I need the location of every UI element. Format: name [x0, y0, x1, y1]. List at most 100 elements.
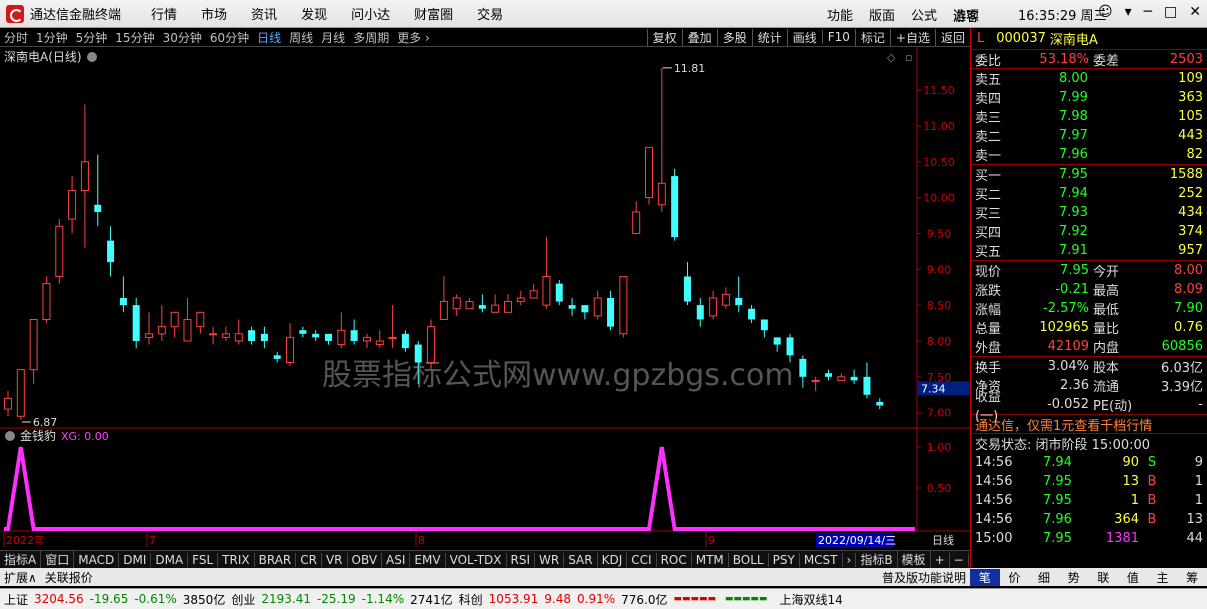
indicator-tab[interactable]: 窗口: [41, 551, 75, 568]
indicator-tab[interactable]: FSL: [188, 552, 219, 567]
toolbar-button[interactable]: 统计: [751, 28, 787, 46]
toolbar-button[interactable]: 标记: [854, 28, 890, 46]
bid-row[interactable]: 买一 7.95 1588: [971, 165, 1207, 184]
promo-row[interactable]: 通达信，仅需1元查看千档行情: [971, 415, 1207, 434]
indicator-tab[interactable]: VOL-TDX: [446, 552, 507, 567]
guest-label[interactable]: 游客: [953, 6, 979, 25]
tick-price: 7.95: [1043, 531, 1072, 546]
menu-item[interactable]: 资讯: [251, 8, 277, 23]
indicator-tab[interactable]: MACD: [74, 552, 120, 567]
menu-item[interactable]: 交易: [477, 8, 503, 23]
ask-row[interactable]: 卖四 7.99 363: [971, 88, 1207, 107]
indicator-tab[interactable]: +: [931, 552, 950, 567]
bid-row[interactable]: 买五 7.91 957: [971, 241, 1207, 260]
quote-tab[interactable]: 联: [1089, 569, 1119, 586]
toolbar-button[interactable]: F10: [821, 30, 855, 44]
indicator-tab[interactable]: MTM: [692, 552, 729, 567]
period-tab[interactable]: 15分钟: [111, 29, 158, 46]
quote-tab[interactable]: 值: [1118, 569, 1148, 586]
period-tab[interactable]: 周线: [285, 29, 317, 46]
bid-row[interactable]: 买四 7.92 374: [971, 222, 1207, 241]
indicator-tab[interactable]: 模板: [898, 551, 931, 568]
indicator-tab[interactable]: BRAR: [255, 552, 297, 567]
tick-row: 15:00 7.95 1381 44: [971, 529, 1207, 548]
maximize-icon[interactable]: □: [1164, 4, 1177, 20]
period-tab[interactable]: 60分钟: [206, 29, 253, 46]
indicator-tab[interactable]: MCST: [800, 552, 843, 567]
toolbar-button[interactable]: 画线: [786, 28, 822, 46]
minimize-icon[interactable]: ─: [1144, 4, 1152, 20]
extension-tab[interactable]: 关联报价: [41, 569, 97, 586]
menu-item[interactable]: 市场: [201, 8, 227, 23]
menu-item[interactable]: 问小达: [351, 8, 390, 23]
indicator-tab[interactable]: PSY: [769, 552, 800, 567]
toolbar-button[interactable]: 返回: [934, 28, 970, 46]
chart-area[interactable]: 深南电A(日线) ◇ ▫ 11.50 11.00 10.50 10.00 9.50 9.00 8.…: [0, 47, 970, 550]
toolbar-button[interactable]: 复权: [646, 28, 682, 46]
indicator-tab[interactable]: BOLL: [729, 552, 769, 567]
quote-tab[interactable]: 主: [1148, 569, 1178, 586]
period-tab[interactable]: 5分钟: [72, 29, 112, 46]
indicator-tab[interactable]: SAR: [564, 552, 598, 567]
indicator-tab[interactable]: VR: [322, 552, 348, 567]
indicator-tab[interactable]: ASI: [382, 552, 411, 567]
stat-row-value: 7.95: [1060, 263, 1089, 278]
indicator-tab[interactable]: EMV: [410, 552, 446, 567]
user-icon[interactable]: ☺: [1098, 4, 1113, 20]
indicator-tab[interactable]: CR: [296, 552, 322, 567]
candle-body: [427, 326, 436, 363]
quote-tab[interactable]: 细: [1029, 569, 1059, 586]
period-tab[interactable]: 更多 ›: [393, 29, 434, 46]
ask-row[interactable]: 卖一 7.96 82: [971, 145, 1207, 164]
indicator-tab[interactable]: ROC: [657, 552, 692, 567]
indicator-tab[interactable]: OBV: [348, 552, 383, 567]
promo-text[interactable]: 通达信，仅需1元查看千档行情: [975, 415, 1152, 434]
extension-tab[interactable]: 扩展∧: [0, 569, 41, 586]
bid-row[interactable]: 买三 7.93 434: [971, 203, 1207, 222]
indicator-tab[interactable]: −: [950, 552, 969, 567]
indicator-tab[interactable]: 指标A: [0, 551, 42, 568]
feature-help-link[interactable]: 普及版功能说明: [878, 569, 970, 586]
indicator-tab[interactable]: CCI: [627, 552, 657, 567]
indicator-tab[interactable]: ›: [843, 552, 857, 567]
close-icon[interactable]: ✕: [1189, 4, 1201, 20]
menu-item[interactable]: 财富圈: [414, 8, 453, 23]
indicator-tab[interactable]: DMA: [151, 552, 189, 567]
menu-item[interactable]: 发现: [301, 8, 327, 23]
quote-tab[interactable]: 价: [1000, 569, 1030, 586]
tick-row: 14:56 7.94 90 S 9: [971, 453, 1207, 472]
candle-body: [478, 305, 486, 309]
quote-tab[interactable]: 筹: [1177, 569, 1207, 586]
bid-row[interactable]: 买二 7.94 252: [971, 184, 1207, 203]
right-menu-item[interactable]: 公式: [911, 5, 937, 24]
indicator-tab[interactable]: RSI: [507, 552, 536, 567]
period-tab[interactable]: 分时: [0, 29, 32, 46]
right-menu-item[interactable]: 功能: [827, 5, 853, 24]
period-tab[interactable]: 月线: [317, 29, 349, 46]
toolbar-button[interactable]: +自选: [889, 28, 935, 46]
right-menu-item[interactable]: 版面: [869, 5, 895, 24]
ask-row[interactable]: 卖五 8.00 109: [971, 69, 1207, 88]
indicator-tab[interactable]: DMI: [119, 552, 152, 567]
period-tab[interactable]: 30分钟: [159, 29, 206, 46]
toolbar-button[interactable]: 多股: [716, 28, 752, 46]
menu-item[interactable]: 行情: [151, 8, 177, 23]
ask-row[interactable]: 卖二 7.97 443: [971, 126, 1207, 145]
dropdown-icon[interactable]: ▾: [1125, 4, 1132, 20]
indicator-tab[interactable]: WR: [535, 552, 565, 567]
quote-tab[interactable]: 势: [1059, 569, 1089, 586]
status-item: 1053.91: [488, 592, 539, 606]
indicator-tab[interactable]: KDJ: [598, 552, 628, 567]
toolbar-button[interactable]: 叠加: [681, 28, 717, 46]
period-tab[interactable]: 1分钟: [32, 29, 72, 46]
stat-row-value2: 8.09: [1174, 282, 1203, 297]
bid-volume: 957: [1178, 243, 1203, 258]
indicator-tab[interactable]: 指标B: [856, 551, 898, 568]
ask-row[interactable]: 卖三 7.98 105: [971, 107, 1207, 126]
period-tab[interactable]: 日线: [253, 29, 285, 46]
indicator-tab[interactable]: TRIX: [218, 552, 255, 567]
quote-tab[interactable]: 笔: [970, 568, 1000, 586]
market-flag: L: [977, 31, 985, 46]
stat-row: 涨跌 -0.21 最高 8.09: [971, 280, 1207, 299]
period-tab[interactable]: 多周期: [349, 29, 393, 46]
